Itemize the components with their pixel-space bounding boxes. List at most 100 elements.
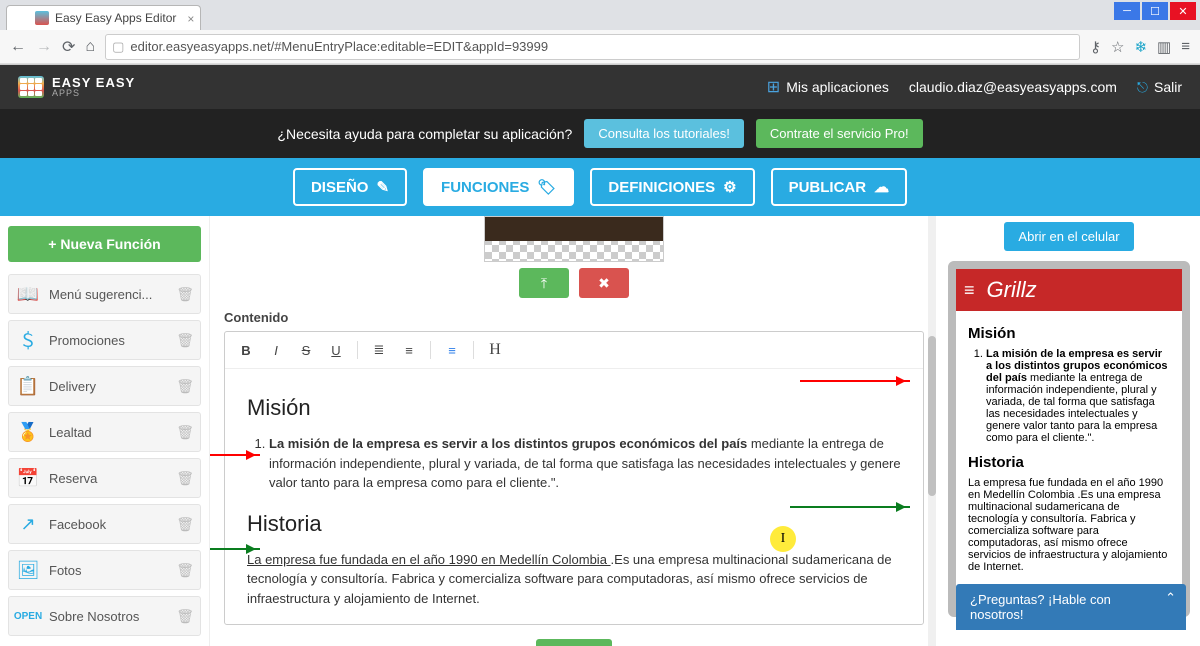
underline-button[interactable]: U: [323, 338, 349, 362]
annotation-arrow-red-right: [800, 380, 910, 382]
annotation-arrow-red-left: [210, 454, 260, 456]
strike-button[interactable]: S: [293, 338, 319, 362]
sidebar-item-label: Lealtad: [49, 425, 92, 440]
annotation-arrow-green-left: [210, 548, 260, 550]
tab-definitions[interactable]: DEFINICIONES⚙: [590, 168, 754, 206]
trash-icon[interactable]: 🗑: [176, 470, 194, 487]
url-text: editor.easyeasyapps.net/#MenuEntryPlace:…: [130, 39, 548, 54]
logo[interactable]: EASY EASY APPS: [18, 76, 135, 98]
sidebar-item-promociones[interactable]: ＄Promociones🗑: [8, 320, 201, 360]
cloud-upload-icon: ☁: [874, 178, 889, 196]
text-cursor-highlight: I: [770, 526, 796, 552]
maximize-button[interactable]: ☐: [1142, 2, 1168, 20]
trash-icon[interactable]: 🗑: [176, 424, 194, 441]
trash-icon[interactable]: 🗑: [176, 516, 194, 533]
sidebar-item-label: Delivery: [49, 379, 96, 394]
image-actions: ⤒ ✖: [224, 268, 924, 298]
sidebar-item-label: Reserva: [49, 471, 97, 486]
tag-icon: 🏷: [537, 178, 556, 196]
tab-publish-label: PUBLICAR: [789, 179, 867, 196]
main: + Nueva Función 📖Menú sugerenci...🗑 ＄Pro…: [0, 216, 1200, 646]
sidebar-item-label: Promociones: [49, 333, 125, 348]
tab-publish[interactable]: PUBLICAR ☁: [771, 168, 908, 206]
help-question: ¿Necesita ayuda para completar su aplica…: [277, 126, 572, 142]
upload-button[interactable]: ⤒: [519, 268, 569, 298]
chat-text: ¿Preguntas? ¡Hable con nosotros!: [970, 592, 1111, 622]
trash-icon[interactable]: 🗑: [176, 378, 194, 395]
calendar-icon: 📅: [17, 467, 39, 489]
separator: [357, 341, 358, 359]
list-ul-button[interactable]: ≣: [366, 338, 392, 362]
minimize-button[interactable]: ─: [1114, 2, 1140, 20]
separator: [430, 341, 431, 359]
close-icon[interactable]: ×: [187, 12, 194, 26]
back-icon[interactable]: ←: [10, 38, 26, 56]
home-icon[interactable]: ⌂: [85, 38, 95, 56]
list-ol-button[interactable]: ≡: [396, 338, 422, 362]
grid-icon: ⊞: [767, 77, 780, 97]
open-mobile-button[interactable]: Abrir en el celular: [1004, 222, 1133, 251]
nav-tabs: DISEÑO✎ FUNCIONES🏷 DEFINICIONES⚙ PUBLICA…: [0, 158, 1200, 216]
share-icon: ↗: [17, 513, 39, 535]
italic-button[interactable]: I: [263, 338, 289, 362]
tutorials-button[interactable]: Consulta los tutoriales!: [584, 119, 744, 148]
brush-icon: ✎: [376, 178, 389, 196]
tab-functions[interactable]: FUNCIONES🏷: [423, 168, 574, 206]
window-close-button[interactable]: ✕: [1170, 2, 1196, 20]
key-icon[interactable]: ⚷: [1090, 38, 1101, 56]
phone-brand: Grillz: [987, 277, 1037, 303]
sidebar-item-lealtad[interactable]: 🏅Lealtad🗑: [8, 412, 201, 452]
scrollbar-thumb[interactable]: [928, 336, 936, 496]
trash-icon[interactable]: 🗑: [176, 608, 194, 625]
tab-definitions-label: DEFINICIONES: [608, 179, 715, 196]
phone-historia-text: La empresa fue fundada en el año 1990 en…: [968, 477, 1170, 573]
sidebar-item-reserva[interactable]: 📅 Reserva 🗑: [8, 458, 201, 498]
reload-icon[interactable]: ⟳: [62, 37, 75, 57]
phone-frame: ≡ Grillz Misión La misión de la empresa …: [948, 261, 1190, 617]
sidebar-item-label: Menú sugerenci...: [49, 287, 152, 302]
phone-body[interactable]: Misión La misión de la empresa es servir…: [956, 311, 1182, 609]
ext-icon[interactable]: ❄: [1134, 38, 1147, 56]
sidebar-item-sobre[interactable]: OPENSobre Nosotros🗑: [8, 596, 201, 636]
tab-strip: Easy Easy Apps Editor × ─ ☐ ✕: [0, 0, 1200, 30]
address-bar: ← → ⟳ ⌂ ▢ editor.easyeasyapps.net/#MenuE…: [0, 30, 1200, 64]
url-input[interactable]: ▢ editor.easyeasyapps.net/#MenuEntryPlac…: [105, 34, 1080, 60]
trash-icon[interactable]: 🗑: [176, 286, 194, 303]
sidebar-item-facebook[interactable]: ↗Facebook🗑: [8, 504, 201, 544]
sidebar-item-label: Fotos: [49, 563, 82, 578]
hamburger-icon[interactable]: ≡: [964, 280, 975, 301]
heading-button[interactable]: H: [482, 338, 508, 362]
menu-icon[interactable]: ≡: [1181, 38, 1190, 56]
sidebar-item-menu[interactable]: 📖Menú sugerenci...🗑: [8, 274, 201, 314]
mision-bold: La misión de la empresa es servir a los …: [269, 436, 747, 451]
bold-button[interactable]: B: [233, 338, 259, 362]
sidebar: + Nueva Función 📖Menú sugerenci...🗑 ＄Pro…: [0, 216, 210, 646]
forward-icon[interactable]: →: [36, 38, 52, 56]
trash-icon[interactable]: 🗑: [176, 332, 194, 349]
editor-toolbar: B I S U ≣ ≡ ≡ H: [225, 332, 923, 369]
tab-design[interactable]: DISEÑO✎: [293, 168, 407, 206]
my-apps-link[interactable]: ⊞Mis aplicaciones: [767, 77, 889, 97]
annotation-arrow-green-right: [790, 506, 910, 508]
phone-heading-historia: Historia: [968, 454, 1170, 471]
chat-widget[interactable]: ¿Preguntas? ¡Hable con nosotros!: [956, 584, 1186, 630]
user-email[interactable]: claudio.diaz@easyeasyapps.com: [909, 79, 1117, 95]
align-button[interactable]: ≡: [439, 338, 465, 362]
trash-icon[interactable]: 🗑: [176, 562, 194, 579]
sidebar-item-delivery[interactable]: 📋 Delivery 🗑: [8, 366, 201, 406]
clipboard-icon: 📋: [17, 375, 39, 397]
logout-icon: ⎋: [1137, 79, 1148, 96]
window-controls: ─ ☐ ✕: [1114, 2, 1196, 20]
browser-tab[interactable]: Easy Easy Apps Editor ×: [6, 5, 201, 30]
historia-text: La empresa fue fundada en el año 1990 en…: [247, 550, 901, 609]
logout-link[interactable]: ⎋Salir: [1137, 79, 1182, 96]
star-icon[interactable]: ☆: [1111, 38, 1124, 56]
page-icon: ▢: [112, 39, 124, 55]
remove-image-button[interactable]: ✖: [579, 268, 629, 298]
editor-content[interactable]: Misión La misión de la empresa es servir…: [225, 369, 923, 624]
pro-service-button[interactable]: Contrate el servicio Pro!: [756, 119, 923, 148]
sidebar-item-fotos[interactable]: 🖼Fotos🗑: [8, 550, 201, 590]
new-function-button[interactable]: + Nueva Función: [8, 226, 201, 262]
save-button[interactable]: Guardar: [536, 639, 612, 646]
ext2-icon[interactable]: ▥: [1157, 38, 1171, 56]
